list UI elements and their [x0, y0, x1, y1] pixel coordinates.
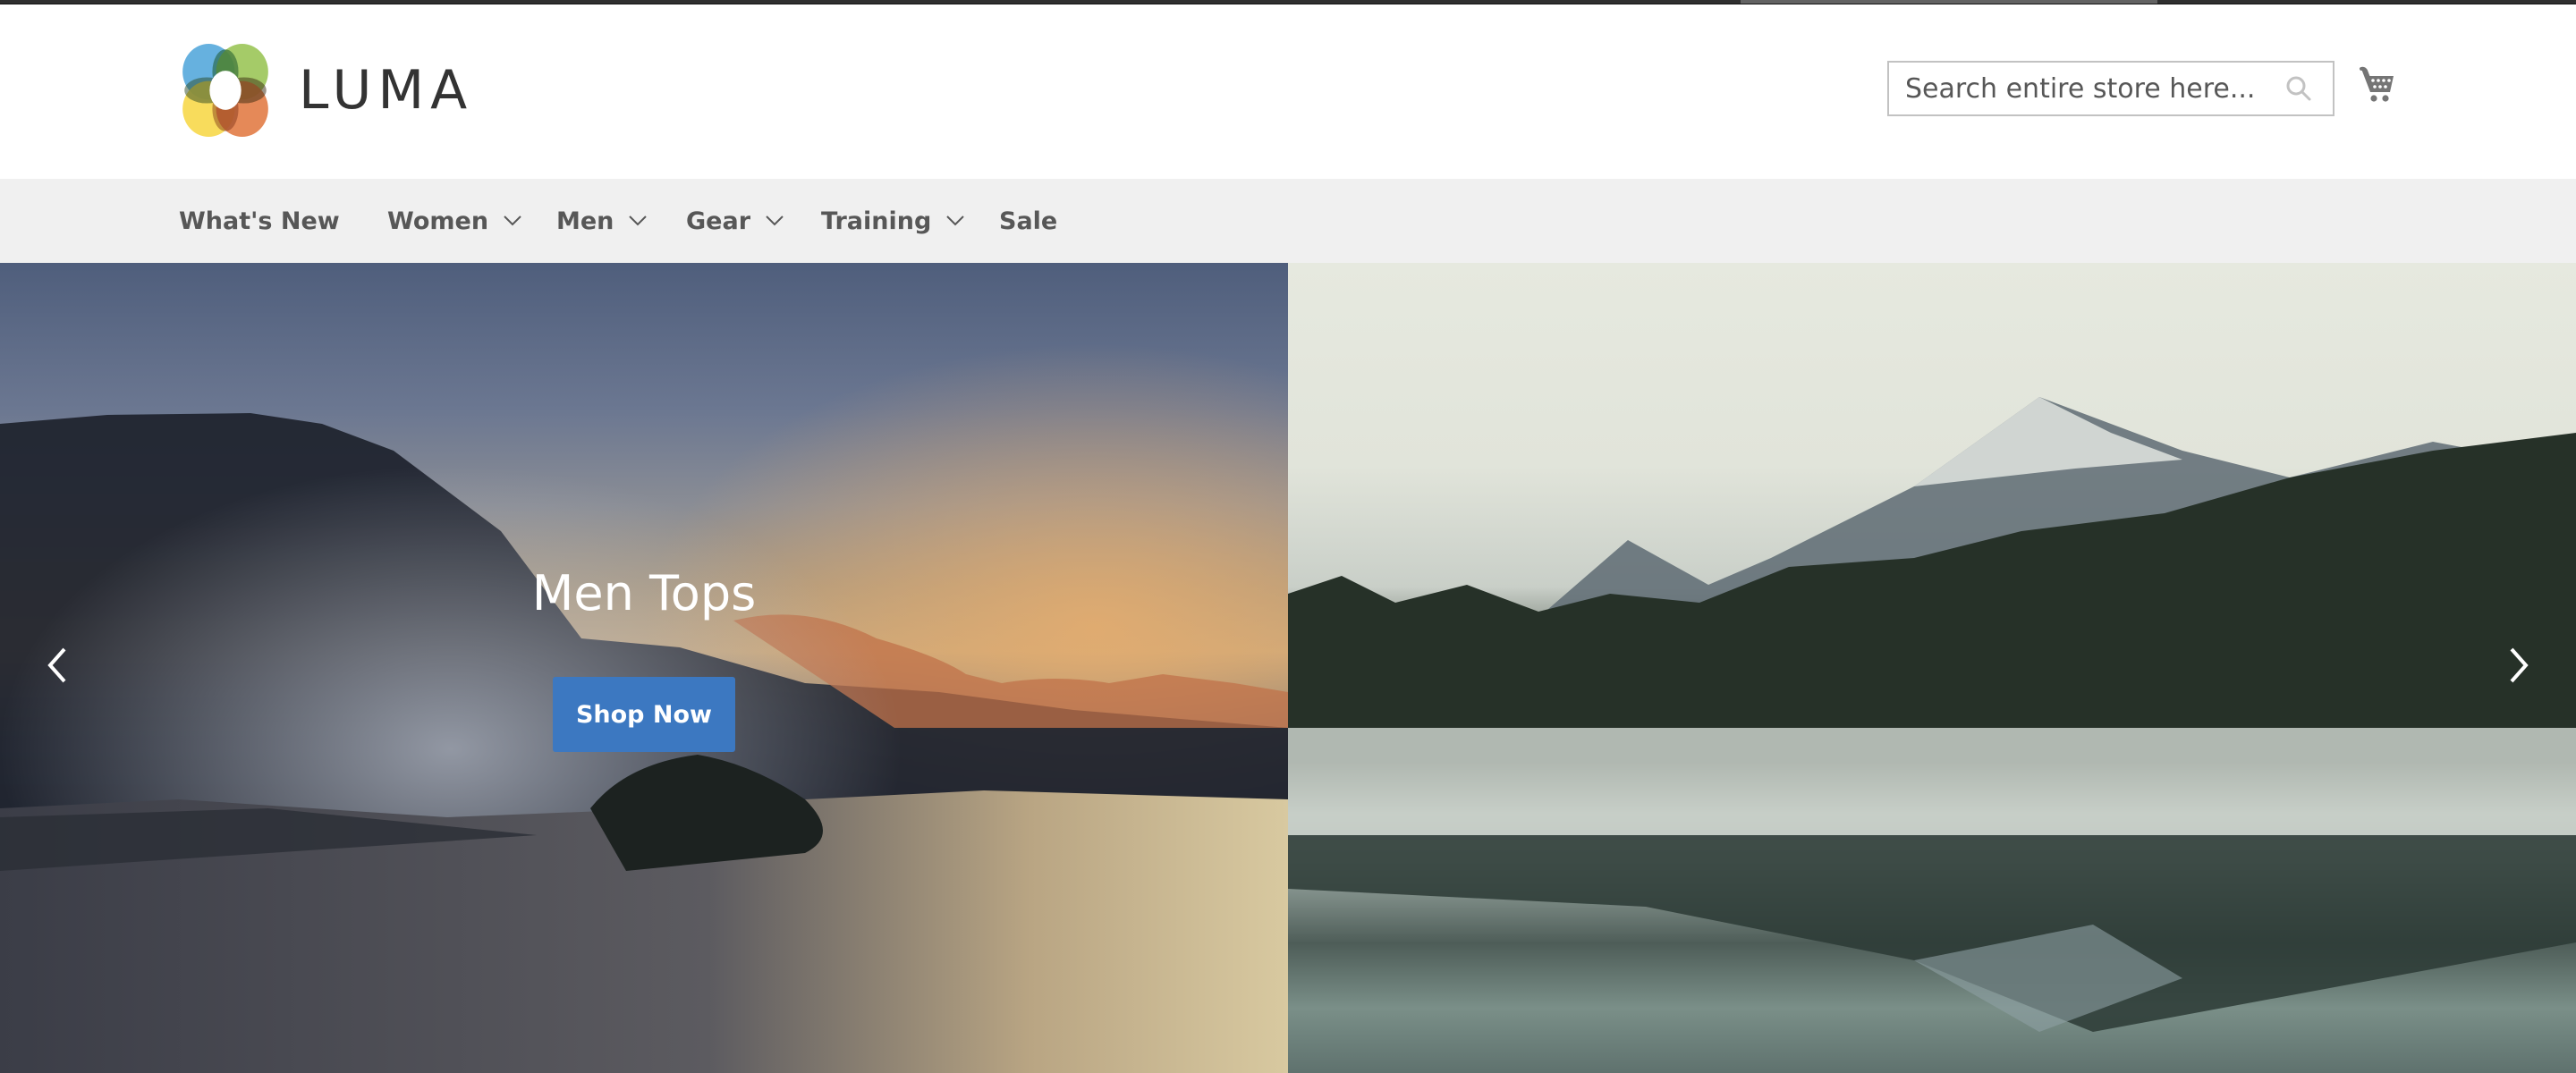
nav-item-label: Women	[387, 207, 489, 235]
logo-text: LUMA	[299, 59, 474, 122]
nav-item-label: Gear	[686, 207, 751, 235]
nav-item-men[interactable]: Men	[556, 179, 648, 263]
chevron-down-icon	[766, 215, 784, 226]
nav-item-sale[interactable]: Sale	[999, 179, 1057, 263]
hero-title: Men Tops	[531, 565, 757, 621]
nav-item-training[interactable]: Training	[821, 179, 965, 263]
search-box	[1887, 61, 2334, 116]
hero-slider: Men Tops Shop Now	[0, 263, 2576, 1073]
nav-item-label: Sale	[999, 207, 1058, 235]
nav-item-gear[interactable]: Gear	[686, 179, 784, 263]
site-header: LUMA	[0, 4, 2576, 179]
chevron-down-icon	[629, 215, 648, 226]
nav-item-label: Men	[556, 207, 614, 235]
search-input[interactable]	[1889, 63, 2281, 114]
chevron-left-icon	[47, 647, 66, 683]
main-navigation: What's New Women Men Gear Training Sale	[0, 179, 2576, 263]
cart-icon[interactable]	[2358, 65, 2397, 105]
nav-item-whats-new[interactable]: What's New	[179, 179, 340, 263]
mountain-silhouette	[0, 263, 1288, 1073]
chevron-right-icon	[2510, 647, 2529, 683]
forest-mountain-scene	[1288, 397, 2576, 1032]
nav-item-label: What's New	[179, 207, 340, 235]
chevron-down-icon	[946, 215, 964, 226]
hero-slide-image-misty-lake	[0, 263, 1288, 1073]
nav-item-women[interactable]: Women	[387, 179, 522, 263]
luma-logo-icon	[182, 44, 268, 137]
nav-item-label: Training	[821, 207, 932, 235]
hero-slide-image-forest-lake	[1288, 263, 2576, 1073]
chevron-down-icon	[504, 215, 521, 226]
shop-now-button[interactable]: Shop Now	[553, 677, 735, 752]
logo-link[interactable]: LUMA	[179, 44, 473, 137]
slider-next-button[interactable]	[2501, 638, 2537, 692]
search-icon[interactable]	[2281, 71, 2317, 106]
slider-prev-button[interactable]	[39, 638, 75, 692]
